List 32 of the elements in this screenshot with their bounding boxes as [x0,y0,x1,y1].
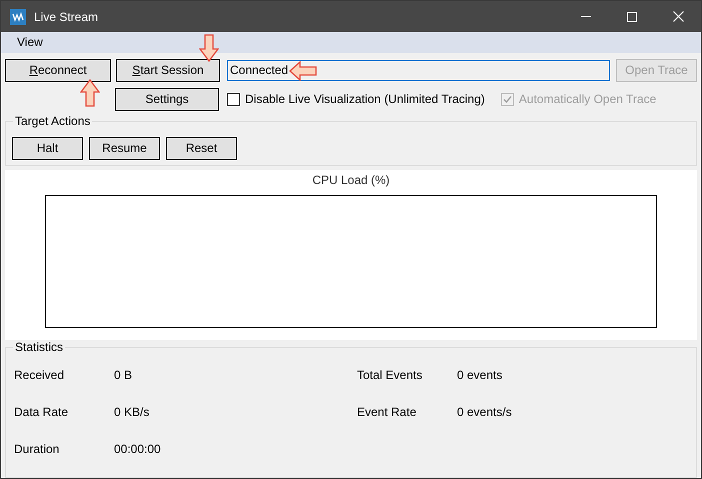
menu-item[interactable]: View [10,35,50,50]
reconnect-button[interactable]: Reconnect [5,58,111,82]
stat-label: Duration [14,442,60,458]
stat-label: Event Rate [357,405,418,421]
settings-button[interactable]: Settings [115,88,219,111]
arrow-icon [289,61,317,81]
stat-value: 0 B [114,368,134,384]
arrow-icon [80,79,100,107]
stat-value: 0 events [457,368,504,384]
start-session-button[interactable]: Start Session [116,58,220,82]
button[interactable]: Halt [12,136,83,160]
stat-label: Data Rate [14,405,70,421]
checkbox-label: Disable Live Visualization (Unlimited Tracing) [245,92,485,106]
button[interactable]: Resume [89,136,160,160]
app-icon [10,8,26,24]
group-label: Statistics [13,340,66,354]
maximize-icon[interactable] [627,12,637,22]
stat-value: 00:00:00 [114,442,162,458]
checkbox[interactable] [227,92,240,106]
status-field[interactable]: Connected [227,60,610,81]
stat-value: 0 KB/s [114,405,150,421]
stat-value: 0 events/s [457,405,513,421]
window-title: Live Stream [34,10,100,24]
button[interactable]: Reset [166,136,237,160]
open-trace-button: Open Trace [616,58,697,82]
stat-label: Total Events [357,368,424,384]
stat-label: Received [14,368,66,384]
checkbox-label: Automatically Open Trace [518,92,656,106]
arrow-icon [199,34,219,62]
chart-title: CPU Load (%) [312,172,390,187]
group-label: Target Actions [13,114,92,128]
close-icon[interactable] [672,11,684,22]
